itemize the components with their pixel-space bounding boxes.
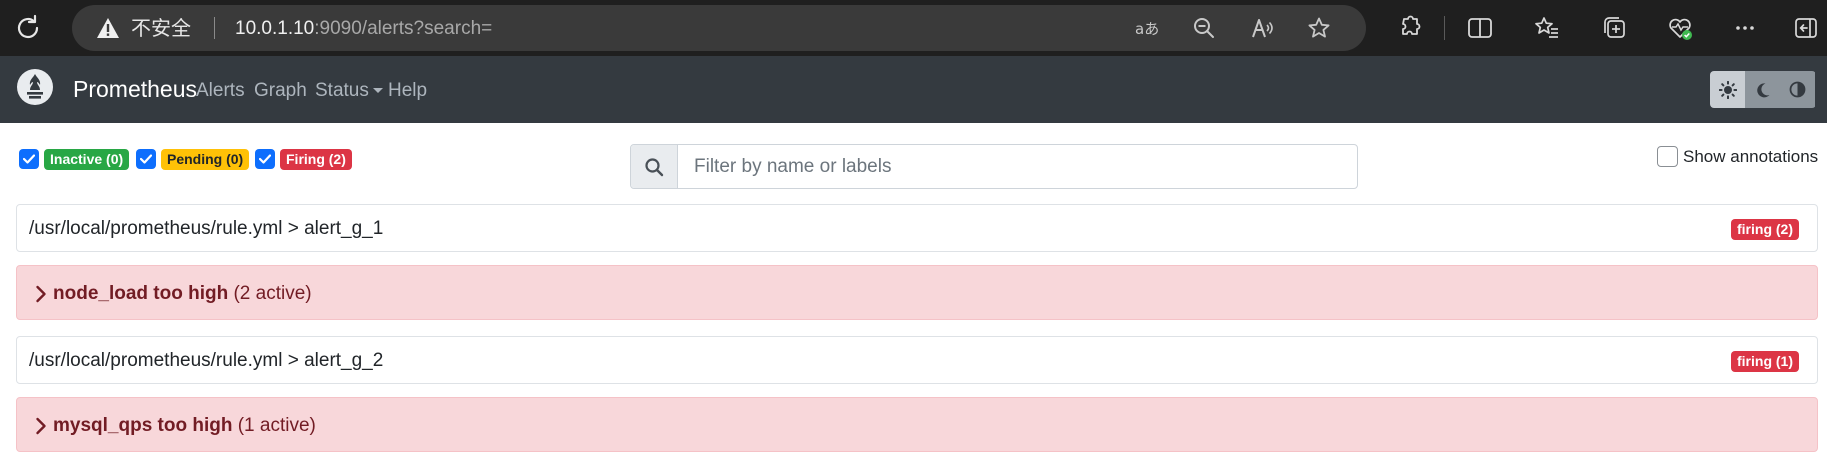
collections-icon[interactable]: [1600, 14, 1628, 42]
reload-button[interactable]: [12, 12, 44, 44]
address-bar[interactable]: 不安全 10.0.1.10:9090/alerts?search= aあ: [72, 5, 1366, 51]
alert-rule-row[interactable]: mysql_qps too high (1 active): [16, 397, 1818, 452]
pending-badge[interactable]: Pending (0): [161, 149, 250, 170]
show-annotations-checkbox[interactable]: [1657, 146, 1678, 167]
alert-rule-label: node_load too high (2 active): [53, 284, 312, 303]
security-status-label[interactable]: 不安全: [131, 18, 191, 38]
theme-dark-button[interactable]: [1745, 71, 1780, 108]
show-annotations-label[interactable]: Show annotations: [1683, 147, 1818, 166]
svg-text:aあ: aあ: [1135, 20, 1158, 38]
alert-name: mysql_qps too high: [53, 415, 233, 436]
reload-icon: [17, 14, 39, 39]
inactive-checkbox[interactable]: [19, 149, 39, 169]
firing-badge[interactable]: Firing (2): [280, 149, 352, 170]
chevron-right-icon: [36, 417, 46, 435]
app-navbar: Prometheus Alerts Graph Status Help: [0, 56, 1827, 123]
nav-status-dropdown[interactable]: Status: [315, 81, 383, 100]
rule-group-header: /usr/local/prometheus/rule.yml > alert_g…: [16, 336, 1818, 384]
browser-toolbar: 不安全 10.0.1.10:9090/alerts?search= aあ: [0, 0, 1827, 56]
translate-icon[interactable]: aあ: [1134, 16, 1158, 40]
browser-health-icon[interactable]: [1666, 14, 1694, 42]
search-icon: [645, 157, 664, 176]
more-options-icon[interactable]: [1731, 14, 1759, 42]
inactive-badge[interactable]: Inactive (0): [44, 149, 130, 170]
split-screen-icon[interactable]: [1466, 14, 1494, 42]
theme-light-button[interactable]: [1710, 71, 1745, 108]
rule-group-title: /usr/local/prometheus/rule.yml > alert_g…: [29, 218, 384, 239]
toolbar-separator: [1444, 16, 1445, 40]
favorites-icon[interactable]: [1533, 14, 1561, 42]
checkmark-icon: [23, 154, 35, 164]
chevron-down-icon: [372, 88, 383, 93]
rule-group-header: /usr/local/prometheus/rule.yml > alert_g…: [16, 204, 1818, 252]
address-separator: [214, 17, 215, 39]
url-path: :9090/alerts?search=: [314, 18, 493, 39]
alert-rule-row[interactable]: node_load too high (2 active): [16, 265, 1818, 320]
alert-name: node_load too high: [53, 283, 229, 304]
brand-link[interactable]: Prometheus: [73, 78, 197, 101]
search-addon: [631, 145, 678, 188]
nav-graph[interactable]: Graph: [254, 81, 307, 100]
search-group: [630, 144, 1358, 189]
nav-status-label: Status: [315, 80, 369, 101]
contrast-icon: [1789, 81, 1806, 98]
zoom-out-icon[interactable]: [1192, 16, 1216, 40]
group-firing-badge: firing (1): [1731, 351, 1799, 372]
alert-active-count: (2 active): [233, 283, 312, 304]
nav-help[interactable]: Help: [388, 81, 427, 100]
search-input[interactable]: [679, 145, 1357, 188]
theme-auto-button[interactable]: [1780, 71, 1815, 108]
moon-icon: [1756, 82, 1769, 97]
read-aloud-icon[interactable]: [1250, 16, 1274, 40]
group-firing-badge: firing (2): [1731, 219, 1799, 240]
sidebar-toggle-icon[interactable]: [1792, 14, 1820, 42]
alert-active-count: (1 active): [237, 415, 316, 436]
sun-icon: [1718, 80, 1737, 99]
prometheus-logo-icon[interactable]: [16, 68, 54, 106]
extensions-icon[interactable]: [1395, 14, 1423, 42]
alert-rule-label: mysql_qps too high (1 active): [53, 416, 316, 435]
theme-switcher: [1710, 71, 1816, 108]
url-text[interactable]: 10.0.1.10:9090/alerts?search=: [235, 19, 492, 38]
warning-icon[interactable]: [96, 17, 120, 39]
pending-checkbox[interactable]: [136, 149, 156, 169]
url-host: 10.0.1.10: [235, 18, 315, 39]
firing-checkbox[interactable]: [255, 149, 275, 169]
nav-alerts[interactable]: Alerts: [196, 81, 245, 100]
checkmark-icon: [259, 154, 271, 164]
checkmark-icon: [140, 154, 152, 164]
favorite-star-icon[interactable]: [1307, 16, 1331, 40]
chevron-right-icon: [36, 285, 46, 303]
rule-group-title: /usr/local/prometheus/rule.yml > alert_g…: [29, 350, 384, 371]
